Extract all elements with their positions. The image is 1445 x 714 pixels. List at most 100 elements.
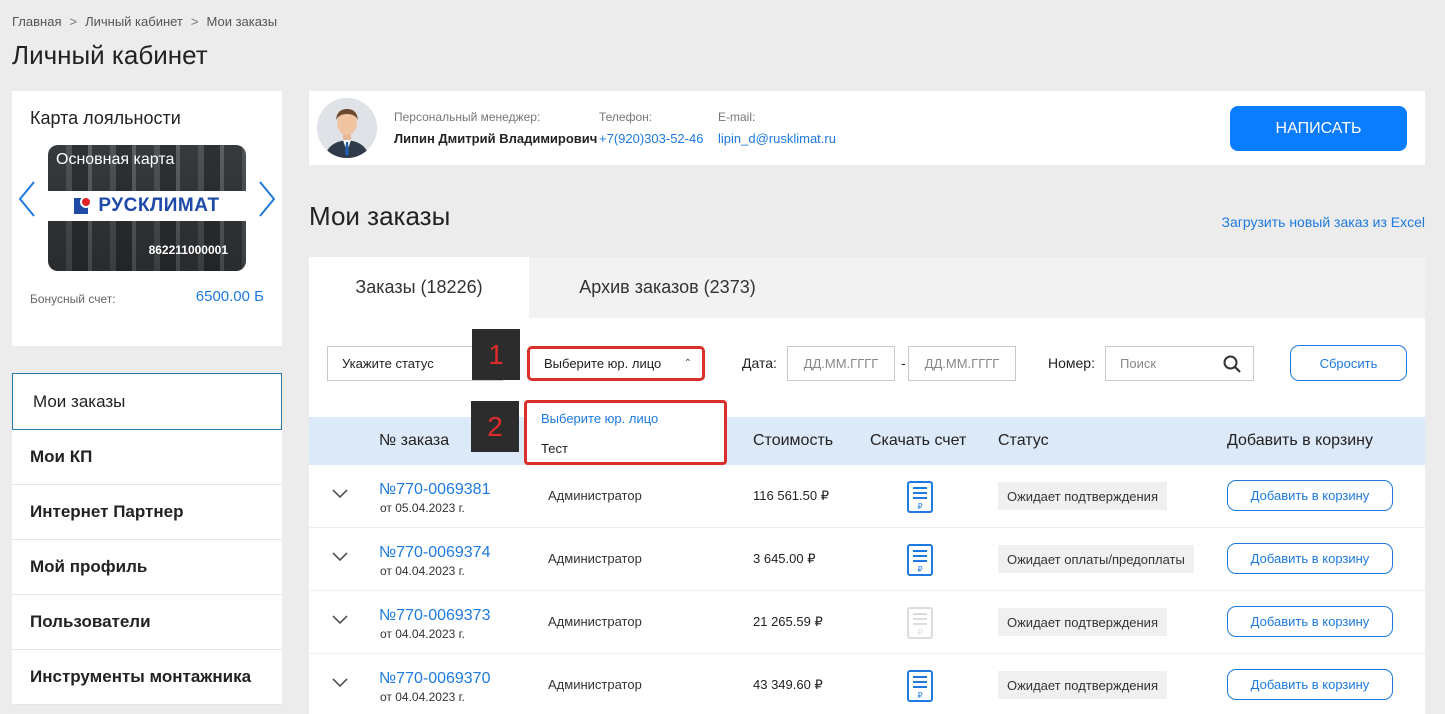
col-header-cost: Стоимость <box>753 432 834 449</box>
order-number-link[interactable]: №770-0069373 <box>379 607 490 625</box>
add-to-cart-button[interactable]: Добавить в корзину <box>1227 669 1393 700</box>
status-badge: Ожидает подтверждения <box>998 671 1167 699</box>
table-row: №770-0069370 от 04.04.2023 г. Администра… <box>309 654 1425 714</box>
svg-text:₽: ₽ <box>917 565 922 574</box>
manager-name: Липин Дмитрий Владимирович <box>394 131 598 146</box>
order-cost: 3 645.00 ₽ <box>753 551 816 566</box>
chevron-down-icon[interactable] <box>331 487 349 499</box>
sidebar-menu: Мои заказы Мои КП Интернет Партнер Мой п… <box>12 373 282 705</box>
status-badge: Ожидает подтверждения <box>998 482 1167 510</box>
table-row: №770-0069374 от 04.04.2023 г. Администра… <box>309 528 1425 591</box>
bonus-label: Бонусный счет: <box>30 292 116 306</box>
orders-title: Мои заказы <box>309 201 451 231</box>
manager-role-label: Персональный менеджер: <box>394 110 541 124</box>
add-to-cart-button[interactable]: Добавить в корзину <box>1227 543 1393 574</box>
date-to-input[interactable]: ДД.ММ.ГГГГ <box>908 346 1016 381</box>
card-brand: РУСКЛИМАТ <box>98 195 220 216</box>
manager-phone[interactable]: +7(920)303-52-46 <box>599 131 703 146</box>
chevron-down-icon[interactable] <box>331 550 349 562</box>
sidebar-item-users[interactable]: Пользователи <box>12 595 282 650</box>
card-name: Основная карта <box>56 151 175 168</box>
table-row: №770-0069381 от 05.04.2023 г. Администра… <box>309 465 1425 528</box>
col-header-cart: Добавить в корзину <box>1227 432 1374 449</box>
order-date: от 04.04.2023 г. <box>380 564 465 578</box>
rusklimat-logo-icon <box>74 196 94 216</box>
breadcrumb-item-account[interactable]: Личный кабинет <box>85 14 183 29</box>
order-cost: 116 561.50 ₽ <box>753 488 829 503</box>
number-label: Номер: <box>1048 355 1095 371</box>
manager-email[interactable]: lipin_d@rusklimat.ru <box>718 131 836 146</box>
breadcrumb-item-home[interactable]: Главная <box>12 14 61 29</box>
date-from-input[interactable]: ДД.ММ.ГГГГ <box>787 346 895 381</box>
legal-entity-select-value: Выберите юр. лицо <box>544 356 662 371</box>
add-to-cart-button[interactable]: Добавить в корзину <box>1227 606 1393 637</box>
col-header-invoice: Скачать счет <box>870 432 967 449</box>
step-marker-1: 1 <box>472 329 520 380</box>
dropdown-option-placeholder[interactable]: Выберите юр. лицо <box>527 403 724 433</box>
order-number-link[interactable]: №770-0069381 <box>379 481 490 499</box>
svg-text:₽: ₽ <box>917 691 922 700</box>
breadcrumb-separator: > <box>69 14 78 29</box>
sidebar-item-internet-partner[interactable]: Интернет Партнер <box>12 485 282 540</box>
col-header-status: Статус <box>998 432 1049 449</box>
order-creator: Администратор <box>548 614 642 629</box>
status-badge: Ожидает оплаты/предоплаты <box>998 545 1194 573</box>
phone-label: Телефон: <box>599 110 653 124</box>
tab-orders[interactable]: Заказы (18226) <box>309 257 529 318</box>
page-title: Личный кабинет <box>12 40 208 70</box>
order-creator: Администратор <box>548 551 642 566</box>
chevron-down-icon[interactable] <box>331 613 349 625</box>
sidebar-item-my-kp[interactable]: Мои КП <box>12 430 282 485</box>
chevron-down-icon[interactable] <box>331 676 349 688</box>
status-badge: Ожидает подтверждения <box>998 608 1167 636</box>
order-number-link[interactable]: №770-0069374 <box>379 544 490 562</box>
orders-table-body: №770-0069381 от 05.04.2023 г. Администра… <box>309 465 1425 714</box>
sidebar-item-installer-tools[interactable]: Инструменты монтажника <box>12 650 282 705</box>
date-separator: - <box>901 355 906 371</box>
step-marker-2: 2 <box>471 401 519 452</box>
loyalty-card-panel: Карта лояльности Основная карта РУСКЛИМА… <box>12 91 282 346</box>
order-date: от 04.04.2023 г. <box>380 690 465 704</box>
order-number-link[interactable]: №770-0069370 <box>379 670 490 688</box>
order-date: от 05.04.2023 г. <box>380 501 465 515</box>
email-label: E-mail: <box>718 110 756 124</box>
invoice-download-icon[interactable]: ₽ <box>907 481 933 513</box>
search-icon[interactable] <box>1223 355 1241 373</box>
chevron-up-icon: ⌃ <box>683 358 692 369</box>
tab-archive[interactable]: Архив заказов (2373) <box>529 257 806 318</box>
order-creator: Администратор <box>548 488 642 503</box>
legal-entity-select[interactable]: Выберите юр. лицо ⌃ <box>527 346 705 381</box>
dropdown-option-test[interactable]: Тест <box>527 433 724 463</box>
chevron-right-icon[interactable] <box>256 179 278 219</box>
upload-excel-link[interactable]: Загрузить новый заказ из Excel <box>1222 214 1425 230</box>
breadcrumb-item-orders: Мои заказы <box>206 14 278 29</box>
loyalty-card[interactable]: Основная карта РУСКЛИМАТ 862211000001 <box>48 145 246 271</box>
sidebar-item-my-profile[interactable]: Мой профиль <box>12 540 282 595</box>
breadcrumb: Главная > Личный кабинет > Мои заказы <box>12 14 277 29</box>
loyalty-title: Карта лояльности <box>30 108 181 128</box>
search-input[interactable]: Поиск <box>1105 346 1254 381</box>
sidebar-item-my-orders[interactable]: Мои заказы <box>12 373 282 430</box>
manager-panel: Персональный менеджер: Липин Дмитрий Вла… <box>309 91 1425 165</box>
card-number: 862211000001 <box>148 243 228 257</box>
search-placeholder: Поиск <box>1120 356 1157 371</box>
avatar <box>317 98 377 158</box>
col-header-number: № заказа <box>379 432 450 449</box>
bonus-value: 6500.00 Б <box>195 288 264 305</box>
reset-button[interactable]: Сбросить <box>1290 345 1407 381</box>
invoice-download-icon[interactable]: ₽ <box>907 544 933 576</box>
date-label: Дата: <box>742 355 777 371</box>
order-creator: Администратор <box>548 677 642 692</box>
write-button[interactable]: НАПИСАТЬ <box>1230 106 1407 151</box>
svg-text:₽: ₽ <box>917 502 922 511</box>
rusklimat-logo: РУСКЛИМАТ <box>48 191 246 221</box>
svg-text:₽: ₽ <box>917 628 922 637</box>
orders-tabs: Заказы (18226) Архив заказов (2373) <box>309 257 1425 318</box>
table-row: №770-0069373 от 04.04.2023 г. Администра… <box>309 591 1425 654</box>
status-select-value: Укажите статус <box>342 356 434 371</box>
legal-entity-dropdown: Выберите юр. лицо Тест <box>524 400 727 465</box>
invoice-download-icon[interactable]: ₽ <box>907 670 933 702</box>
chevron-left-icon[interactable] <box>16 179 38 219</box>
add-to-cart-button[interactable]: Добавить в корзину <box>1227 480 1393 511</box>
manager-avatar-icon <box>317 98 377 158</box>
